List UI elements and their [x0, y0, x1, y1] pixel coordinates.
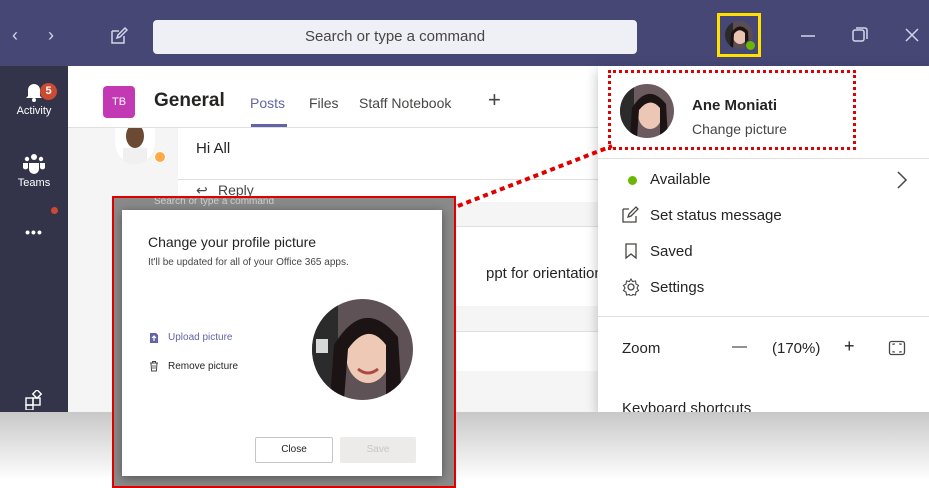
change-picture-link[interactable]: Change picture	[692, 121, 787, 137]
apps-icon[interactable]	[24, 390, 44, 410]
tab-staff-notebook[interactable]: Staff Notebook	[359, 95, 451, 111]
compose-icon[interactable]	[110, 27, 128, 45]
settings-item[interactable]: Settings	[650, 279, 704, 296]
dialog-subtitle: It'll be updated for all of your Office …	[148, 257, 349, 268]
divider	[598, 158, 929, 159]
rail-label-activity: Activity	[16, 105, 52, 117]
zoom-in-button[interactable]: +	[844, 336, 855, 357]
channel-name: General	[154, 90, 225, 111]
zoom-out-button[interactable]: —	[732, 338, 747, 355]
user-name: Ane Moniati	[692, 97, 777, 114]
keyboard-shortcuts-item[interactable]: Keyboard shortcuts	[622, 400, 751, 412]
dialog-highlight-box: Search or type a command Change your pro…	[112, 196, 456, 488]
upload-icon	[150, 333, 158, 343]
trash-icon	[150, 361, 158, 372]
change-picture-dialog: Change your profile picture It'll be upd…	[122, 210, 442, 476]
rail-label-teams: Teams	[17, 177, 51, 189]
profile-menu: Ane Moniati Change picture Available Set…	[598, 66, 929, 412]
person-photo-icon	[115, 128, 155, 164]
highlight-box	[717, 13, 761, 57]
available-dot-icon	[628, 176, 637, 185]
save-button[interactable]: Save	[340, 437, 416, 463]
avatar-photo-icon	[620, 84, 674, 138]
status-available[interactable]: Available	[650, 171, 711, 188]
rail-item-teams[interactable]: Teams	[0, 152, 68, 189]
away-status-dot	[154, 151, 166, 163]
profile-picture-preview	[312, 299, 413, 400]
active-tab-indicator	[251, 124, 287, 127]
forward-arrow-icon[interactable]: ›	[48, 26, 54, 44]
search-input[interactable]: Search or type a command	[153, 20, 637, 54]
activity-badge: 5	[40, 83, 57, 100]
tab-posts[interactable]: Posts	[250, 95, 285, 111]
team-avatar[interactable]: TB	[103, 86, 135, 118]
fullscreen-icon[interactable]	[888, 339, 906, 357]
teams-icon	[23, 154, 45, 174]
title-bar: ‹ › Search or type a command	[0, 0, 929, 66]
set-status-message[interactable]: Set status message	[650, 207, 782, 224]
rail-more-button[interactable]: •••	[0, 224, 68, 240]
rail-item-activity[interactable]: Activity 5	[0, 80, 68, 117]
chevron-right-icon[interactable]	[896, 170, 908, 190]
menu-avatar[interactable]	[620, 84, 674, 138]
close-button[interactable]: Close	[255, 437, 333, 463]
zoom-level: (170%)	[772, 340, 821, 357]
available-status-dot	[745, 40, 756, 51]
bookmark-icon	[625, 243, 637, 260]
dialog-title: Change your profile picture	[148, 234, 317, 250]
background-search-text: Search or type a command	[154, 196, 275, 207]
divider	[598, 316, 929, 317]
close-window-icon[interactable]	[902, 25, 922, 45]
saved-item[interactable]: Saved	[650, 243, 693, 260]
upload-picture-button[interactable]: Upload picture	[168, 332, 232, 343]
post-message: Hi All	[196, 140, 231, 157]
tab-files[interactable]: Files	[309, 95, 339, 111]
minimize-icon[interactable]	[798, 25, 818, 45]
remove-picture-button[interactable]: Remove picture	[168, 361, 238, 372]
avatar-photo-icon	[312, 299, 413, 400]
annotation-connector	[457, 144, 613, 208]
poster-avatar	[115, 128, 155, 164]
add-tab-button[interactable]: +	[488, 87, 501, 113]
back-arrow-icon[interactable]: ‹	[12, 26, 18, 44]
gear-icon	[622, 278, 640, 296]
post-message-2: ppt for orientation i	[486, 265, 611, 282]
app-rail: Activity 5 Teams •••	[0, 66, 68, 412]
restore-icon[interactable]	[850, 25, 870, 45]
zoom-label: Zoom	[622, 340, 661, 357]
edit-status-icon	[622, 206, 639, 223]
notification-dot	[51, 207, 58, 214]
